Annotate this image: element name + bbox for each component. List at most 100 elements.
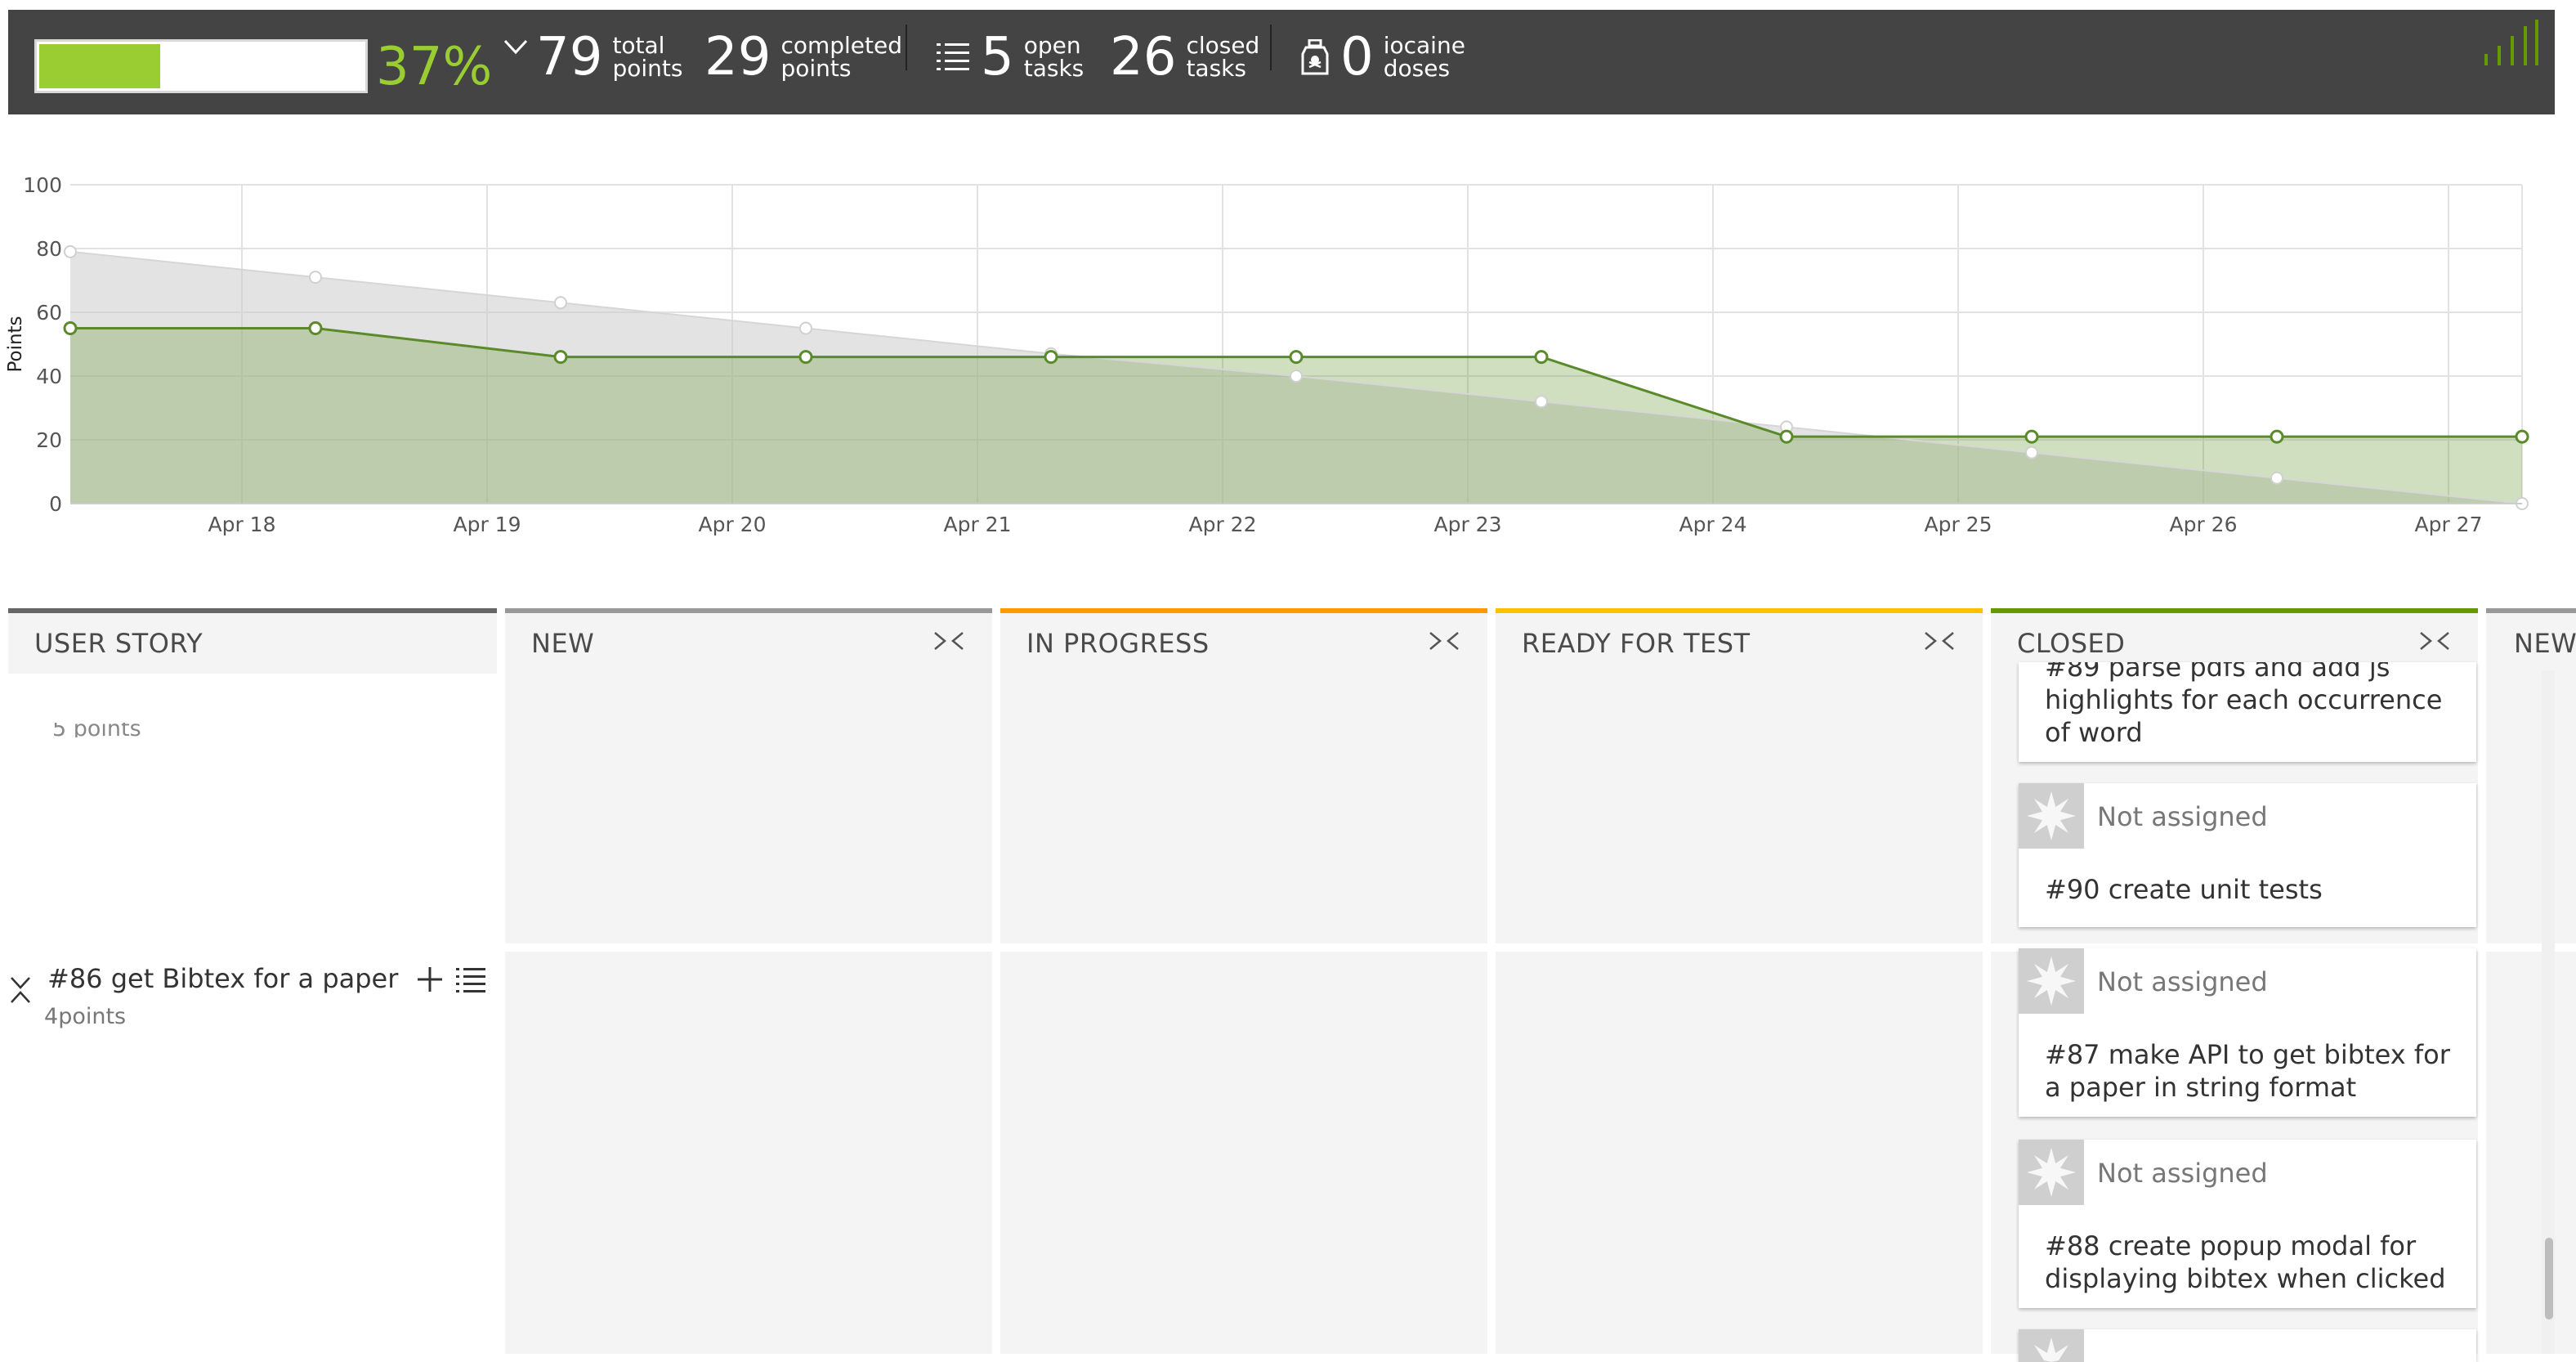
- open-tasks-value: 5: [981, 27, 1014, 87]
- x-tick-label: Apr 22: [1188, 513, 1256, 536]
- avatar: [2019, 1329, 2084, 1362]
- y-tick-label: 100: [23, 173, 62, 197]
- column-color-bar: [2486, 608, 2576, 613]
- column-color-bar: [8, 608, 497, 613]
- avatar: [2019, 783, 2084, 849]
- column-name: IN PROGRESS: [1026, 628, 1210, 659]
- stats-divider: [906, 25, 907, 70]
- completed-points-label: completed: [780, 32, 902, 59]
- task-cell-ready-for-test: [1496, 952, 1983, 1354]
- task-card-title[interactable]: #88 create popup modal for displaying bi…: [2045, 1230, 2453, 1295]
- open-tasks-stat: 5 open tasks: [937, 16, 1084, 98]
- series-real-point: [2024, 429, 2039, 444]
- progress-percent: 37%: [376, 37, 493, 97]
- x-tick-label: Apr 18: [208, 513, 275, 536]
- task-cell-ready-for-test: [1496, 674, 1983, 943]
- stats-divider-2: [1270, 25, 1272, 70]
- column-name: NEW: [531, 628, 595, 659]
- closed-tasks-label: closed: [1186, 32, 1260, 59]
- column-header-new: NEW: [505, 608, 992, 674]
- story-points-value: 4: [44, 1004, 59, 1029]
- y-tick-label: 0: [49, 492, 62, 516]
- total-points-label: total: [612, 32, 665, 59]
- y-tick-label: 80: [36, 237, 62, 261]
- series-ideal-point: [799, 321, 812, 335]
- x-tick-label: Apr 19: [453, 513, 521, 536]
- column-header-ready-for-test: READY FOR TEST: [1496, 608, 1983, 674]
- y-tick-label: 40: [36, 365, 62, 388]
- task-card[interactable]: Not assigned #90 create unit tests: [2019, 783, 2476, 927]
- completed-points-value: 29: [704, 27, 771, 87]
- closed-tasks-label-2: tasks: [1186, 55, 1246, 82]
- task-card-title[interactable]: #87 make API to get bibtex for a paper i…: [2045, 1038, 2453, 1104]
- iocaine-stat: 0 iocaine doses: [1301, 16, 1465, 98]
- x-tick-label: Apr 23: [1433, 513, 1501, 536]
- taskboard-scrollbar-thumb[interactable]: [2545, 1238, 2553, 1319]
- story-points-unit: points: [58, 1004, 127, 1029]
- series-ideal-point: [1290, 370, 1303, 383]
- default-avatar-icon: [2019, 783, 2084, 849]
- add-task-icon[interactable]: [417, 966, 443, 992]
- iocaine-label: iocaine: [1383, 32, 1465, 59]
- task-card-title[interactable]: #89 parse pdfs and add js highlights for…: [2045, 662, 2453, 749]
- collapse-story-icon[interactable]: [10, 976, 31, 1004]
- task-cell-in-progress: [1000, 674, 1487, 943]
- column-name: USER STORY: [34, 628, 203, 659]
- series-real-point: [1044, 350, 1058, 365]
- progress-bar: [34, 39, 368, 93]
- column-name: CLOSED: [2017, 628, 2126, 659]
- series-ideal-point: [309, 271, 322, 284]
- fold-columns-icon[interactable]: [1924, 631, 1955, 651]
- series-ideal-point: [2270, 471, 2283, 485]
- column-name: READY FOR TEST: [1522, 628, 1751, 659]
- column-color-bar: [1496, 608, 1983, 613]
- toggle-graph-chevron-icon[interactable]: [503, 38, 528, 56]
- task-card[interactable]: Not assigned #87 make API to get bibtex …: [2019, 948, 2476, 1117]
- iocaine-label-2: doses: [1383, 55, 1451, 82]
- series-real-point: [553, 350, 568, 365]
- series-real-point: [1289, 350, 1304, 365]
- avatar: [2019, 948, 2084, 1014]
- x-tick-label: Apr 26: [2169, 513, 2237, 536]
- completed-points-stat: 29 completed points: [704, 16, 902, 98]
- task-cell-new-2: [2486, 952, 2576, 1354]
- x-tick-label: Apr 25: [1924, 513, 1992, 536]
- task-cell-in-progress: [1000, 952, 1487, 1354]
- fold-columns-icon[interactable]: [2419, 631, 2450, 651]
- bulk-add-tasks-icon[interactable]: [456, 966, 485, 992]
- stats-bar: 37% 79 total points 29 completed points 5 …: [8, 10, 2555, 114]
- series-real-point: [798, 350, 813, 365]
- fold-columns-icon[interactable]: [933, 631, 964, 651]
- column-header-new-2: NEW: [2486, 608, 2576, 674]
- open-tasks-label-2: tasks: [1023, 55, 1085, 82]
- series-real-point: [1779, 429, 1794, 444]
- y-tick-label: 60: [36, 301, 62, 325]
- x-tick-label: Apr 27: [2414, 513, 2482, 536]
- task-card[interactable]: [2019, 1329, 2476, 1362]
- total-points-stat: 79 total points: [536, 16, 682, 98]
- column-color-bar: [1000, 608, 1487, 613]
- series-ideal-point: [1535, 395, 1548, 409]
- fold-columns-icon[interactable]: [1429, 631, 1460, 651]
- closed-tasks-stat: 26 closed tasks: [1110, 16, 1259, 98]
- assignee-label[interactable]: Not assigned: [2097, 801, 2268, 832]
- task-cell-new: [505, 952, 992, 1354]
- task-card-title[interactable]: #90 create unit tests: [2045, 873, 2453, 906]
- task-cell-new: [505, 674, 992, 943]
- x-tick-label: Apr 21: [943, 513, 1011, 536]
- open-tasks-label: open: [1023, 32, 1081, 59]
- signal-bars-icon: [2484, 20, 2538, 65]
- burndown-chart-svg: 0 20 40 60 80 100 Apr 18 Apr 19 Apr 20 Apr 21 Apr …: [5, 173, 2529, 536]
- iocaine-bottle-icon: [1301, 39, 1329, 75]
- story-points: 4points: [44, 1004, 126, 1029]
- series-real-point: [308, 321, 323, 335]
- task-card[interactable]: #89 parse pdfs and add js highlights for…: [2019, 662, 2476, 762]
- assignee-label[interactable]: Not assigned: [2097, 1158, 2268, 1189]
- x-tick-label: Apr 20: [698, 513, 766, 536]
- iocaine-value: 0: [1340, 27, 1374, 87]
- default-avatar-icon: [2019, 1329, 2084, 1362]
- story-title-link[interactable]: #86 get Bibtex for a paper: [47, 963, 398, 994]
- y-tick-label: 20: [36, 428, 62, 452]
- task-card[interactable]: Not assigned #88 create popup modal for …: [2019, 1140, 2476, 1308]
- assignee-label[interactable]: Not assigned: [2097, 966, 2268, 997]
